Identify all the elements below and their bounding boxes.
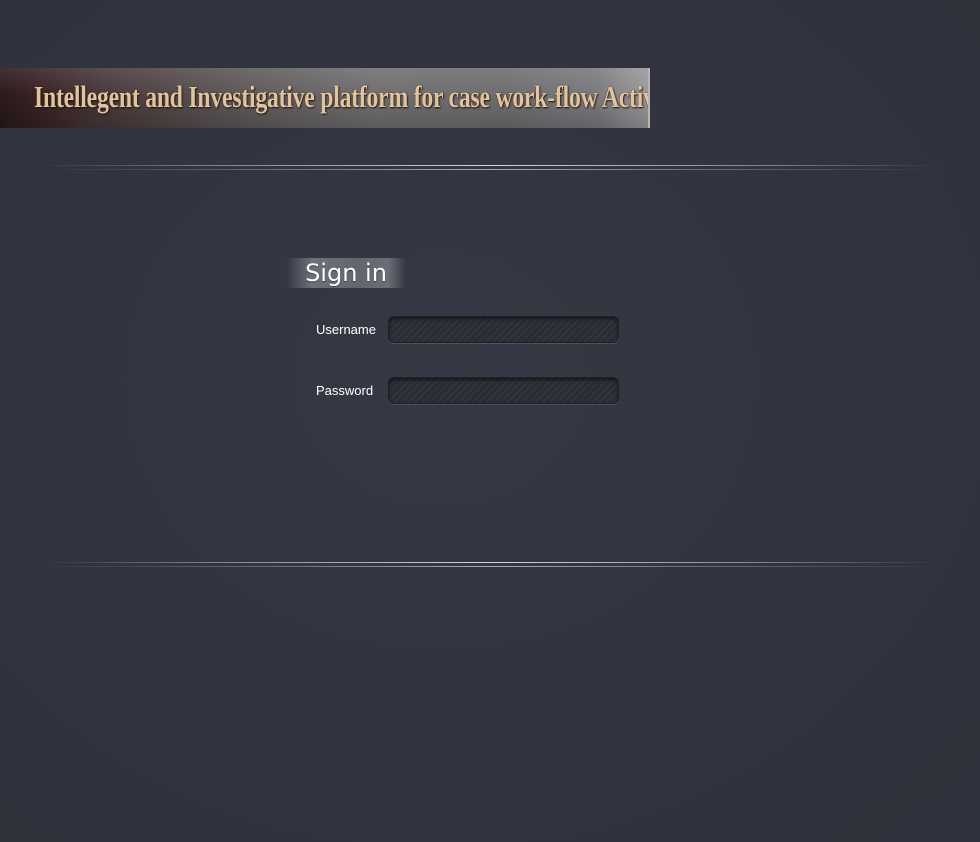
top-divider-line	[40, 169, 940, 170]
password-label: Password	[316, 383, 374, 398]
username-label: Username	[316, 322, 376, 337]
username-input[interactable]	[388, 316, 619, 343]
header-banner: Intellegent and Investigative platform f…	[0, 68, 650, 128]
top-divider	[40, 165, 940, 171]
platform-title: Intellegent and Investigative platform f…	[34, 79, 650, 114]
bottom-divider	[40, 562, 940, 568]
password-input[interactable]	[388, 377, 619, 404]
bottom-divider-line	[40, 562, 940, 563]
signin-heading: Sign in	[286, 258, 406, 288]
top-divider-line	[40, 165, 940, 166]
bottom-divider-line	[40, 566, 940, 567]
